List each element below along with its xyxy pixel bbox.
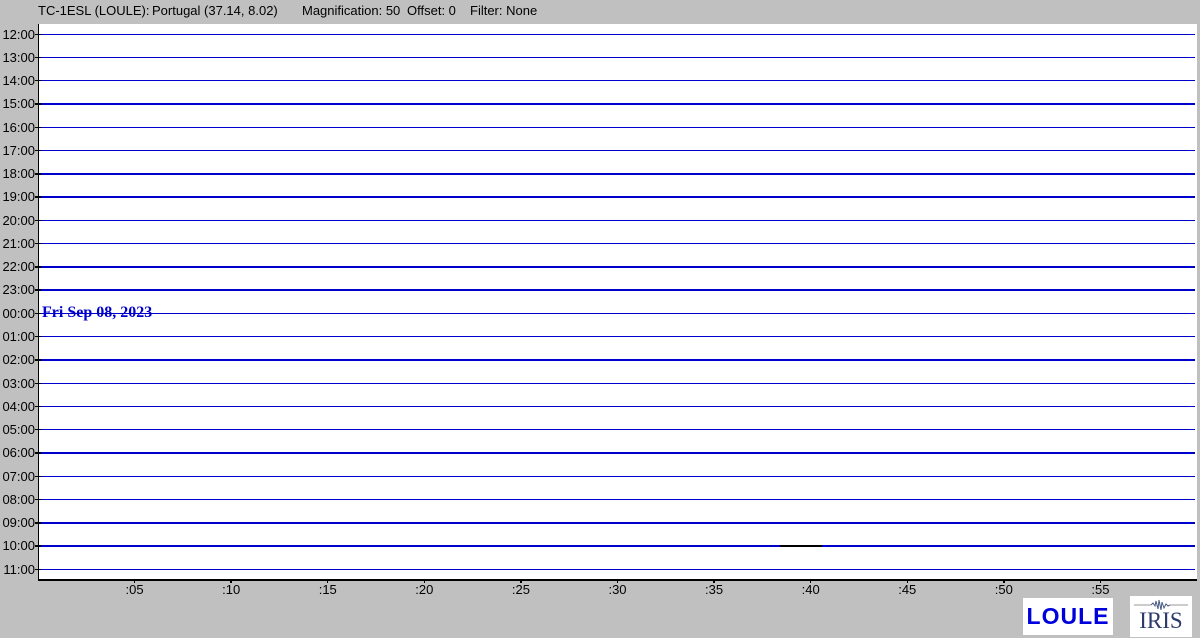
minute-label: :05 xyxy=(115,583,155,597)
trace-line xyxy=(41,173,1195,174)
recent-trace-segment xyxy=(780,545,822,547)
trace-line xyxy=(41,522,1195,523)
time-label: 18:00 xyxy=(0,166,35,181)
trace-line xyxy=(41,289,1195,290)
time-label: 09:00 xyxy=(0,515,35,530)
trace-line xyxy=(41,313,1195,314)
station-region: Portugal (37.14, 8.02) xyxy=(152,3,278,18)
time-label: 15:00 xyxy=(0,96,35,111)
trace-line xyxy=(41,80,1195,81)
trace-line xyxy=(41,499,1195,500)
time-label: 16:00 xyxy=(0,120,35,135)
trace-line xyxy=(41,406,1195,407)
time-label: 05:00 xyxy=(0,422,35,437)
time-label: 01:00 xyxy=(0,329,35,344)
time-label: 13:00 xyxy=(0,50,35,65)
station-badge: LOULE xyxy=(1023,598,1113,635)
time-label: 23:00 xyxy=(0,282,35,297)
minute-label: :25 xyxy=(501,583,541,597)
minute-label: :15 xyxy=(308,583,348,597)
trace-line xyxy=(41,150,1195,151)
time-label: 03:00 xyxy=(0,376,35,391)
trace-line xyxy=(41,336,1195,337)
time-label: 02:00 xyxy=(0,352,35,367)
filter-value: Filter: None xyxy=(470,3,537,18)
iris-logo: IRIS xyxy=(1130,596,1192,637)
trace-line xyxy=(41,266,1195,267)
time-label: 12:00 xyxy=(0,27,35,42)
trace-line xyxy=(41,196,1195,197)
time-label: 08:00 xyxy=(0,492,35,507)
magnification-value: Magnification: 50 xyxy=(302,3,400,18)
iris-logo-text: IRIS xyxy=(1139,609,1182,632)
time-label: 19:00 xyxy=(0,189,35,204)
trace-line xyxy=(41,103,1195,104)
minute-label: :35 xyxy=(694,583,734,597)
minute-label: :55 xyxy=(1080,583,1120,597)
minute-label: :45 xyxy=(887,583,927,597)
time-label: 21:00 xyxy=(0,236,35,251)
trace-line xyxy=(41,383,1195,384)
trace-line xyxy=(41,545,1195,546)
trace-line xyxy=(41,476,1195,477)
time-label: 11:00 xyxy=(0,562,35,577)
time-label: 04:00 xyxy=(0,399,35,414)
time-label: 20:00 xyxy=(0,213,35,228)
trace-line xyxy=(41,243,1195,244)
time-label: 14:00 xyxy=(0,73,35,88)
time-label: 22:00 xyxy=(0,259,35,274)
trace-line xyxy=(41,569,1195,570)
plot-area[interactable] xyxy=(38,24,1197,581)
trace-line xyxy=(41,57,1195,58)
trace-line xyxy=(41,359,1195,360)
trace-line xyxy=(41,34,1195,35)
trace-line xyxy=(41,452,1195,453)
time-label: 06:00 xyxy=(0,445,35,460)
date-annotation: Fri Sep 08, 2023 xyxy=(42,304,152,322)
time-label: 07:00 xyxy=(0,469,35,484)
minute-label: :40 xyxy=(791,583,831,597)
time-label: 10:00 xyxy=(0,538,35,553)
minute-label: :50 xyxy=(984,583,1024,597)
trace-line xyxy=(41,127,1195,128)
header-bar: TC-1ESL (LOULE): Portugal (37.14, 8.02) … xyxy=(0,3,1200,19)
minute-label: :30 xyxy=(598,583,638,597)
time-label: 00:00 xyxy=(0,306,35,321)
trace-line xyxy=(41,429,1195,430)
offset-value: Offset: 0 xyxy=(407,3,456,18)
minute-label: :10 xyxy=(211,583,251,597)
station-badge-label: LOULE xyxy=(1027,605,1110,628)
time-label: 17:00 xyxy=(0,143,35,158)
trace-line xyxy=(41,220,1195,221)
minute-label: :20 xyxy=(404,583,444,597)
station-title: TC-1ESL (LOULE): xyxy=(38,3,150,18)
helicorder-window: TC-1ESL (LOULE): Portugal (37.14, 8.02) … xyxy=(0,0,1200,638)
